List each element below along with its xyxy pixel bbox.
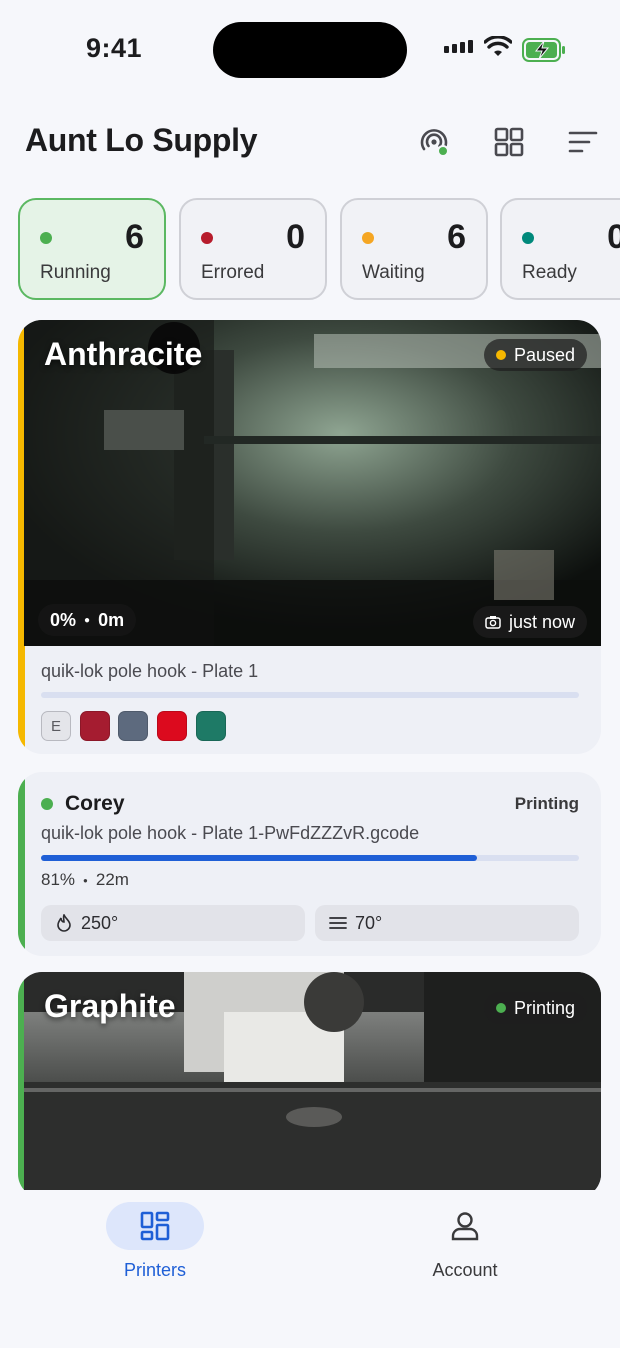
ready-status-dot [522,232,534,244]
progress-percent: 81% [41,870,76,889]
filter-count: 0 [607,218,620,256]
status-stripe [18,772,25,956]
filter-errored[interactable]: 0 Errored [179,198,327,300]
status-label: Paused [513,344,575,365]
sort-icon[interactable] [563,122,603,162]
status-bar: 9:41 [0,0,620,100]
page-title: Aunt Lo Supply [25,122,258,158]
filter-label: Running [40,262,111,283]
filament-slots: E [41,711,341,741]
nozzle-temp-value: 250° [81,912,119,933]
filter-label: Errored [201,262,265,283]
nozzle-flame-icon [57,914,71,932]
filter-count: 6 [125,218,144,256]
separator-dot: ● [84,614,91,626]
grid-view-icon[interactable] [489,122,529,162]
cellular-signal-icon [444,40,473,53]
connection-status-icon[interactable] [414,122,454,162]
progress-fill [41,855,477,861]
heated-bed-icon [329,917,347,929]
printer-card-corey[interactable]: Corey Printing quik-lok pole hook - Plat… [18,772,601,956]
filter-running[interactable]: 6 Running [18,198,166,300]
camera-snapshot[interactable]: Graphite Printing [24,972,601,1198]
progress-bar [41,855,579,861]
printer-name: Anthracite [44,336,203,372]
filament-swatch[interactable] [118,711,148,741]
printer-card-graphite[interactable]: Graphite Printing [18,972,601,1198]
running-status-dot [40,232,52,244]
filter-label: Ready [522,262,577,283]
printing-status-dot [495,1003,506,1013]
tab-label: Account [432,1260,498,1280]
battery-charging-icon [522,38,565,62]
progress-summary: 0% ● 0m [38,604,137,636]
time-remaining: 0m [98,609,125,630]
status-label: Printing [514,794,579,813]
time-remaining: 22m [95,870,129,889]
filter-count: 6 [447,218,466,256]
filament-swatch[interactable] [157,711,187,741]
bed-temp-value: 70° [355,912,383,933]
separator-dot: ● [83,875,88,885]
filter-count: 0 [286,218,305,256]
errored-status-dot [201,232,213,244]
job-name: quik-lok pole hook - Plate 1 [41,661,259,681]
progress-summary: 81% ● 22m [41,870,129,890]
status-time: 9:41 [86,33,143,63]
filter-label: Waiting [362,262,425,283]
tab-account[interactable]: Account [390,1202,540,1281]
dynamic-island [213,22,407,78]
person-icon [451,1212,479,1241]
tab-icon-wrapper [106,1202,204,1250]
status-badge: Printing [483,992,587,1024]
printer-name: Corey [65,792,125,815]
status-badge: Paused [483,339,587,371]
snapshot-label: just now [508,611,575,632]
filter-waiting[interactable]: 6 Waiting [340,198,488,300]
tab-printers[interactable]: Printers [80,1202,230,1281]
printer-card-anthracite[interactable]: Anthracite Paused 0% ● 0m just now quik-… [18,320,601,754]
nozzle-temp: 250° [41,905,305,941]
tab-label: Printers [123,1260,186,1280]
status-filter-bar: 6 Running 0 Errored 6 Waiting 0 Ready [18,198,620,302]
camera-icon [485,616,501,629]
camera-snapshot[interactable]: Anthracite Paused 0% ● 0m just now [24,320,601,646]
temperature-row: 250° 70° [41,905,581,941]
paused-status-dot [495,350,506,360]
progress-bar [41,692,579,698]
grid-icon [140,1211,170,1241]
printing-status-dot [41,798,53,810]
bed-temp: 70° [315,905,579,941]
app-header: Aunt Lo Supply [0,112,620,172]
snapshot-time: just now [472,606,587,638]
filament-swatch[interactable] [80,711,110,741]
progress-percent: 0% [50,609,77,630]
wifi-icon [484,36,512,56]
filament-swatch[interactable] [196,711,226,741]
printer-name: Graphite [44,988,176,1024]
filter-ready[interactable]: 0 Ready [500,198,620,300]
extruder-badge[interactable]: E [41,711,71,741]
bottom-tab-bar: Printers Account [0,1190,620,1348]
waiting-status-dot [362,232,374,244]
status-label: Printing [513,997,575,1018]
job-name: quik-lok pole hook - Plate 1-PwFdZZZvR.g… [41,823,420,843]
tab-icon-wrapper [416,1202,514,1250]
